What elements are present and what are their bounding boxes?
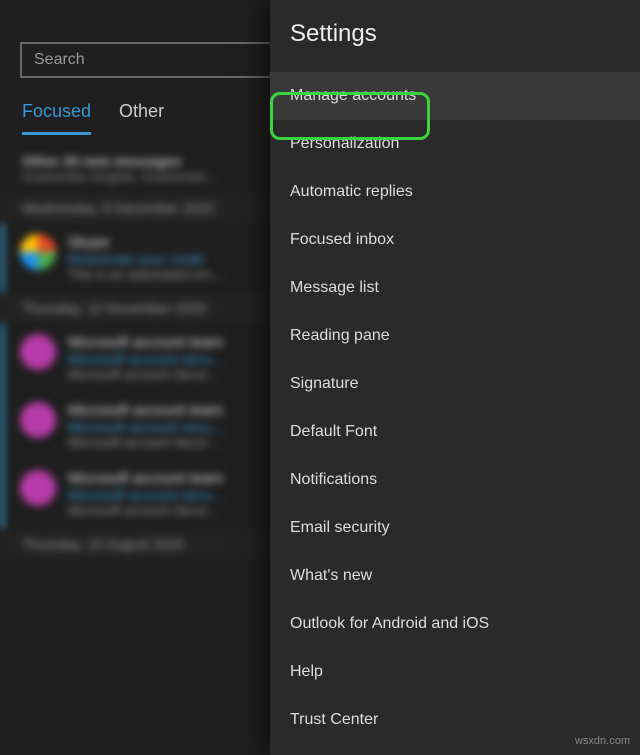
settings-help[interactable]: Help bbox=[270, 648, 640, 696]
settings-focused-inbox[interactable]: Focused inbox bbox=[270, 216, 640, 264]
settings-whats-new[interactable]: What's new bbox=[270, 552, 640, 600]
avatar-icon bbox=[20, 234, 56, 270]
settings-message-list[interactable]: Message list bbox=[270, 264, 640, 312]
settings-automatic-replies[interactable]: Automatic replies bbox=[270, 168, 640, 216]
settings-panel: Settings Manage accounts Personalization… bbox=[270, 0, 640, 755]
settings-email-security[interactable]: Email security bbox=[270, 504, 640, 552]
avatar-icon bbox=[20, 334, 56, 370]
tab-focused[interactable]: Focused bbox=[22, 101, 91, 135]
watermark: wsxdn.com bbox=[575, 735, 630, 747]
avatar-icon bbox=[20, 470, 56, 506]
settings-manage-accounts[interactable]: Manage accounts bbox=[270, 72, 640, 120]
settings-title: Settings bbox=[270, 0, 640, 72]
settings-reading-pane[interactable]: Reading pane bbox=[270, 312, 640, 360]
avatar-icon bbox=[20, 402, 56, 438]
settings-signature[interactable]: Signature bbox=[270, 360, 640, 408]
settings-default-font[interactable]: Default Font bbox=[270, 408, 640, 456]
tab-other[interactable]: Other bbox=[119, 101, 164, 135]
settings-personalization[interactable]: Personalization bbox=[270, 120, 640, 168]
app-window: — □ ✕ Focused Other Other 20 new message… bbox=[0, 0, 640, 755]
settings-outlook-mobile[interactable]: Outlook for Android and iOS bbox=[270, 600, 640, 648]
settings-notifications[interactable]: Notifications bbox=[270, 456, 640, 504]
